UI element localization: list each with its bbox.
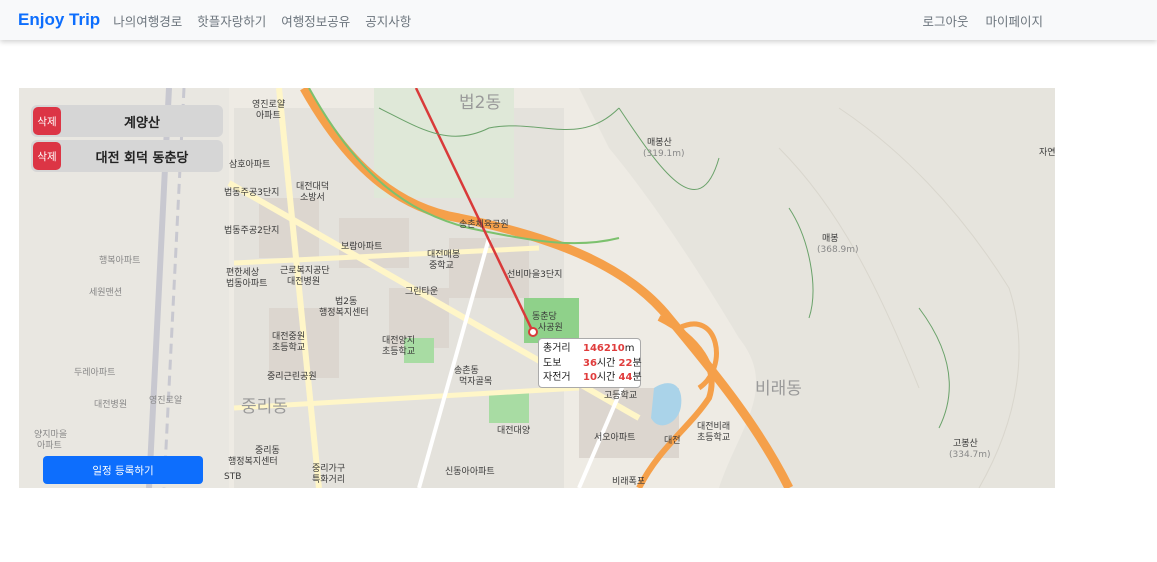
distance-row: 총거리 146210m <box>543 342 636 357</box>
map-label-place: 그린타운 <box>405 287 439 297</box>
register-schedule-button[interactable]: 일정 등록하기 <box>43 456 203 484</box>
map-label-place: 행정복지센터 <box>228 457 278 467</box>
map-label-place: 법동아파트 <box>226 279 268 289</box>
map-label-place: 초등학교 <box>697 433 731 443</box>
distance-value: 146210 <box>583 343 625 354</box>
map-label-place: 대전대덕 <box>296 182 330 192</box>
nav-notice[interactable]: 공지사항 <box>365 11 411 30</box>
nav-right-group: 로그아웃 마이페이지 <box>905 0 1043 40</box>
nav-my-route[interactable]: 나의여행경로 <box>113 11 182 30</box>
map-label-place: 법동주공2단지 <box>224 226 280 236</box>
map-label-peak: 매봉 <box>822 234 839 244</box>
map-label-place: 영진로얄 <box>252 100 286 110</box>
map-label-place: 송촌체육공원 <box>459 220 509 230</box>
nav-travel-info[interactable]: 여행정보공유 <box>281 11 350 30</box>
map-label-place: 아파트 <box>37 441 62 451</box>
map-label-place: 중학교 <box>429 261 454 271</box>
map-label-place: STB <box>224 472 242 482</box>
map-label-place: 양지마을 <box>34 430 68 440</box>
hour-unit: 시간 <box>596 357 616 369</box>
minute-unit: 분 <box>632 372 642 383</box>
map-label-place: 대전양지 <box>382 336 416 346</box>
map-label-place: 법2동 <box>335 297 358 307</box>
schedule-item-name: 대전 회덕 동춘당 <box>95 150 189 166</box>
map-label-place: 행복아파트 <box>99 256 141 266</box>
map-label-place: 선비마을3단지 <box>507 270 563 280</box>
map-label-place: 보람아파트 <box>341 242 383 252</box>
map-label-place: 행정복지센터 <box>319 308 369 318</box>
map-label-place: 신동아아파트 <box>445 467 495 477</box>
distance-label: 총거리 <box>543 343 571 354</box>
walk-label: 도보 <box>543 357 562 369</box>
schedule-item-name: 계양산 <box>124 115 160 131</box>
map-label-place: 서오아파트 <box>594 433 636 443</box>
map-label-place: 대전병원 <box>287 277 321 287</box>
delete-button[interactable]: 삭제 <box>33 107 61 135</box>
map-label-place: 대전병원 <box>94 400 128 410</box>
walk-minutes: 22 <box>618 357 633 369</box>
hour-unit: 시간 <box>596 372 616 383</box>
nav-hotplace[interactable]: 핫플자랑하기 <box>197 11 266 30</box>
map-label-place: 근로복지공단 <box>280 266 330 276</box>
map-label-place: 편한세상 <box>226 268 260 278</box>
map-label-place: 중리동 <box>255 446 280 456</box>
map-label-place: 송촌동 <box>454 366 479 376</box>
map-label-area: 비래동 <box>755 379 802 399</box>
map-label-place: 동춘당 <box>532 312 557 322</box>
map-label-place: 사공원 <box>538 323 563 333</box>
top-navbar: Enjoy Trip 나의여행경로 핫플자랑하기 여행정보공유 공지사항 로그아… <box>0 0 1157 40</box>
map-label-peak: 고봉산 <box>953 439 978 449</box>
brand-logo[interactable]: Enjoy Trip <box>18 10 100 30</box>
map-label-place: 세원맨션 <box>89 288 123 298</box>
map-label-place: 소방서 <box>300 193 325 203</box>
bike-label: 자전거 <box>543 372 571 383</box>
map-label-place: 고등학교 <box>604 391 638 401</box>
map-label-place: 대전 <box>664 436 681 446</box>
map-label-place: 자연 <box>1039 148 1055 158</box>
map-label-area: 법2동 <box>459 93 502 113</box>
bike-minutes: 44 <box>618 372 633 383</box>
map-label-elevation: (319.1m) <box>643 149 685 159</box>
map-label-place: 법동주공3단지 <box>224 188 280 198</box>
map-label-peak: 매봉산 <box>647 138 672 148</box>
walk-hours: 36 <box>583 357 597 369</box>
delete-button[interactable]: 삭제 <box>33 142 61 170</box>
map-label-place: 대전중원 <box>272 332 306 342</box>
map-label-place: 중리가구 <box>312 464 346 474</box>
map-label-place: 중리근린공원 <box>267 372 317 382</box>
minute-unit: 분 <box>632 357 642 369</box>
map-label-place: 먹자골목 <box>459 377 493 387</box>
map-label-place: 대전비래 <box>697 422 731 432</box>
schedule-item: 삭제 계양산 <box>31 105 223 137</box>
map-label-place: 대전대양 <box>497 426 531 436</box>
map-label-elevation: (368.9m) <box>817 245 859 255</box>
map-label-place: 초등학교 <box>382 347 416 357</box>
nav-mypage[interactable]: 마이페이지 <box>985 11 1043 30</box>
bike-hours: 10 <box>583 372 597 383</box>
map-label-place: 초등학교 <box>272 343 306 353</box>
map-label-place: 대전매봉 <box>427 250 461 260</box>
map-label-place: 비래폭포 <box>612 477 646 487</box>
map-label-place: 특화거리 <box>312 475 346 485</box>
map-label-place: 아파트 <box>256 111 281 121</box>
walk-time-row: 도보 36시간 22분 <box>543 357 642 372</box>
map-label-place: 삼호아파트 <box>229 160 271 170</box>
nav-logout[interactable]: 로그아웃 <box>922 11 968 30</box>
map-label-place: 두레아파트 <box>74 368 116 378</box>
map-label-place: 영진로얄 <box>149 396 183 406</box>
map-label-area: 중리동 <box>241 397 288 417</box>
bike-time-row: 자전거 10시간 44분 <box>543 371 642 386</box>
map-view[interactable]: 법2동 매봉산 (319.1m) 매봉 (368.9m) 비래동 고봉산 (33… <box>19 88 1055 488</box>
schedule-item: 삭제 대전 회덕 동춘당 <box>31 140 223 172</box>
map-label-elevation: (334.7m) <box>949 450 991 460</box>
distance-unit: m <box>624 343 635 354</box>
route-info-popup: 총거리 146210m 도보 36시간 22분 자전거 10시간 44분 <box>538 338 642 388</box>
